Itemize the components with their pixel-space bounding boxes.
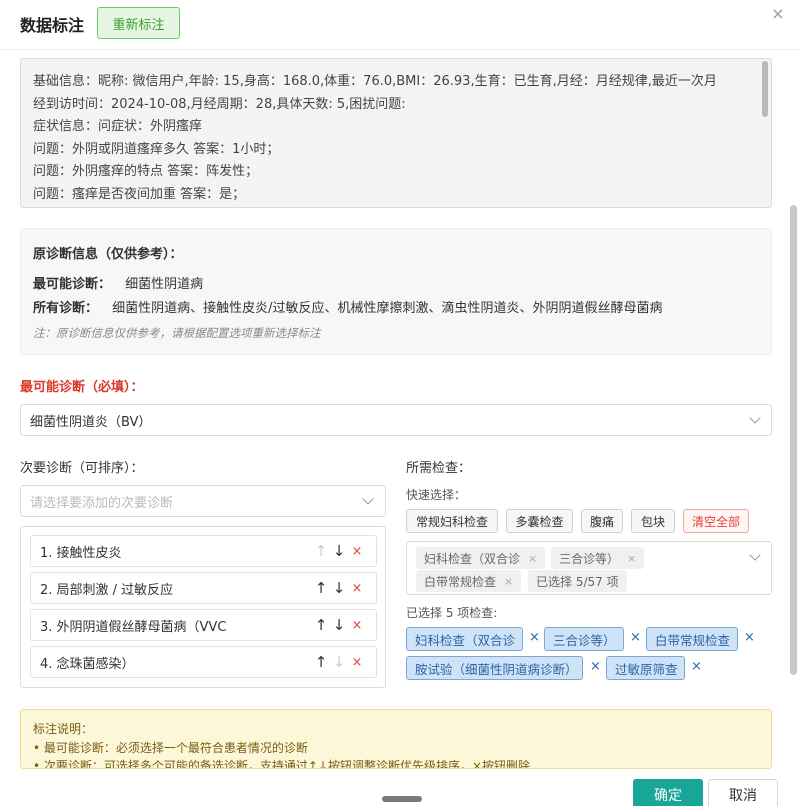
secondary-item-label: 2. 局部刺激 / 过敏反应 <box>40 582 174 598</box>
move-down-icon[interactable]: ↓ <box>330 616 348 634</box>
secondary-diagnosis-list: 1. 接触性皮炎 ↑ ↓ × 2. 局部刺激 / 过敏反应 ↑ ↓ × 3. 外… <box>20 526 386 688</box>
move-up-icon[interactable]: ↑ <box>312 579 330 597</box>
main-diagnosis-value: 细菌性阴道炎（BV） <box>30 414 152 430</box>
dialog-title: 数据标注 <box>20 16 85 35</box>
secondary-diagnosis-label: 次要诊断（可排序）： <box>20 461 144 476</box>
secondary-placeholder: 请选择要添加的次要诊断 <box>30 495 174 511</box>
most-likely-row: 最可能诊断： 细菌性阴道病 <box>33 273 203 292</box>
info-line: 症状信息：问症状：外阴瘙痒 <box>33 119 203 135</box>
move-down-icon[interactable]: ↓ <box>330 542 348 560</box>
quick-button-gyn-exam[interactable]: 常规妇科检查 <box>406 509 498 533</box>
exams-multiselect[interactable]: 妇科检查（双合诊 × 三合诊等） × 白带常规检查 × 已选择 5/57 项 <box>406 541 772 595</box>
info-line: 经到访时间：2024-10-08,月经周期：28,具体天数: 5,困扰问题: <box>33 96 406 112</box>
chip-close-icon[interactable]: × <box>744 630 755 645</box>
selected-exams-label: 已选择 5 项检查: <box>406 606 498 620</box>
main-diagnosis-select[interactable]: 细菌性阴道炎（BV） <box>20 404 772 436</box>
chip-close-icon[interactable]: × <box>630 630 641 645</box>
secondary-item-label: 4. 念珠菌感染） <box>40 656 135 672</box>
tag-label: 妇科检查（双合诊 <box>424 551 521 566</box>
original-diagnosis-title: 原诊断信息（仅供参考）： <box>33 247 183 262</box>
dialog-header: 数据标注 重新标注 × <box>0 0 799 50</box>
delete-icon[interactable]: × <box>348 581 366 596</box>
delete-icon[interactable]: × <box>348 618 366 633</box>
tag-close-icon[interactable]: × <box>504 575 513 588</box>
annotation-tips: 标注说明： • 最可能诊断：必须选择一个最符合患者情况的诊断 • 次要诊断：可选… <box>20 709 772 769</box>
selected-exam-chip: 过敏原筛查 <box>606 656 685 680</box>
dialog-scrollbar[interactable] <box>790 205 797 675</box>
all-diagnoses-row: 所有诊断： 细菌性阴道病、接触性皮炎/过敏反应、机械性摩擦刺激、滴虫性阴道炎、外… <box>33 297 663 316</box>
move-down-icon[interactable]: ↓ <box>330 579 348 597</box>
clear-all-button[interactable]: 清空全部 <box>683 509 749 533</box>
secondary-item-label: 1. 接触性皮炎 <box>40 545 122 561</box>
original-note: 注：原诊断信息仅供参考，请根据配置选项重新选择标注 <box>33 326 321 340</box>
selected-exam-chip: 白带常规检查 <box>646 627 738 651</box>
tips-item: • 最可能诊断：必须选择一个最符合患者情况的诊断 <box>33 741 308 755</box>
most-likely-label: 最可能诊断： <box>33 277 112 292</box>
info-line: 基础信息：昵称: 微信用户,年龄: 15,身高：168.0,体重：76.0,BM… <box>33 74 717 89</box>
tag-label: 白带常规检查 <box>424 574 497 589</box>
most-likely-value: 细菌性阴道病 <box>125 277 204 292</box>
chip-close-icon[interactable]: × <box>691 659 702 674</box>
required-exams-label: 所需检查： <box>406 461 472 476</box>
info-line: 问题：外阴或阴道瘙痒多久 答案：1小时； <box>33 141 280 157</box>
chevron-down-icon <box>362 493 374 505</box>
selected-exam-chip: 三合诊等） <box>544 627 624 651</box>
quick-button-abdominal-pain[interactable]: 腹痛 <box>581 509 623 533</box>
selected-tag: 白带常规检查 × <box>416 570 522 592</box>
secondary-item: 4. 念珠菌感染） ↑ ↓ × <box>30 646 377 678</box>
info-line: 问题：瘙痒是否夜间加重 答案：是； <box>33 186 246 202</box>
chip-close-icon[interactable]: × <box>529 630 540 645</box>
delete-icon[interactable]: × <box>348 655 366 670</box>
selected-tag: 三合诊等） × <box>551 547 645 569</box>
info-line: 问题：外阴瘙痒的特点 答案：阵发性； <box>33 164 259 180</box>
secondary-item: 2. 局部刺激 / 过敏反应 ↑ ↓ × <box>30 572 377 604</box>
move-up-icon[interactable]: ↑ <box>312 616 330 634</box>
all-diagnoses-label: 所有诊断： <box>33 301 99 316</box>
tag-close-icon[interactable]: × <box>627 552 636 565</box>
chip-close-icon[interactable]: × <box>590 659 601 674</box>
secondary-diagnosis-select[interactable]: 请选择要添加的次要诊断 <box>20 485 386 517</box>
confirm-button[interactable]: 确定 <box>633 779 703 806</box>
patient-info-box: 基础信息：昵称: 微信用户,年龄: 15,身高：168.0,体重：76.0,BM… <box>20 58 772 208</box>
tag-close-icon[interactable]: × <box>528 552 537 565</box>
reset-annotation-button[interactable]: 重新标注 <box>97 7 180 39</box>
secondary-item: 1. 接触性皮炎 ↑ ↓ × <box>30 535 377 567</box>
all-diagnoses-value: 细菌性阴道病、接触性皮炎/过敏反应、机械性摩擦刺激、滴虫性阴道炎、外阴阴道假丝酵… <box>112 301 663 316</box>
selected-tag: 妇科检查（双合诊 × <box>416 547 546 569</box>
move-down-icon[interactable]: ↓ <box>330 653 348 671</box>
main-diagnosis-label: 最可能诊断（必填）： <box>20 380 144 395</box>
close-icon[interactable]: × <box>769 5 787 23</box>
tips-title: 标注说明： <box>33 722 94 736</box>
selected-count-tag: 已选择 5/57 项 <box>528 570 627 592</box>
delete-icon[interactable]: × <box>348 544 366 559</box>
selected-exam-chip: 妇科检查（双合诊 <box>406 627 523 651</box>
secondary-item-label: 3. 外阴阴道假丝酵母菌病（VVC <box>40 619 227 635</box>
cancel-button[interactable]: 取消 <box>708 779 778 806</box>
chevron-down-icon <box>749 412 761 424</box>
selected-exam-chip: 胺试验（细菌性阴道病诊断） <box>406 656 583 680</box>
move-up-icon[interactable]: ↑ <box>312 542 330 560</box>
chevron-down-icon <box>749 549 761 561</box>
quick-button-mass[interactable]: 包块 <box>631 509 675 533</box>
tips-item: • 次要诊断：可选择多个可能的备选诊断，支持通过↑↓按钮调整诊断优先级排序，×按… <box>33 759 531 769</box>
info-scrollbar[interactable] <box>762 61 768 117</box>
original-diagnosis-box: 原诊断信息（仅供参考）： 最可能诊断： 细菌性阴道病 所有诊断： 细菌性阴道病、… <box>20 228 772 355</box>
secondary-item: 3. 外阴阴道假丝酵母菌病（VVC ↑ ↓ × <box>30 609 377 641</box>
tag-label: 三合诊等） <box>559 551 620 566</box>
quick-button-pcos[interactable]: 多囊检查 <box>506 509 573 533</box>
drag-handle[interactable] <box>382 796 422 802</box>
move-up-icon[interactable]: ↑ <box>312 653 330 671</box>
quick-select-label: 快速选择： <box>406 488 467 502</box>
